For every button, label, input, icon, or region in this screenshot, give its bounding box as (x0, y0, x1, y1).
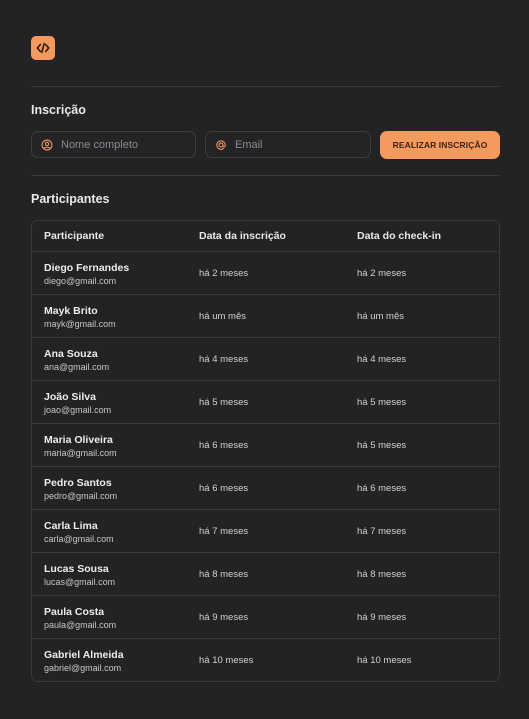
registration-date: há um mês (199, 311, 246, 322)
column-registration-date: Data da inscrição (199, 230, 286, 242)
signup-title: Inscrição (31, 103, 86, 117)
participant-email: pedro@gmail.com (44, 491, 118, 501)
submit-registration-button[interactable]: REALIZAR INSCRIÇÃO (380, 131, 500, 159)
participant-name: Maria Oliveira (44, 434, 113, 446)
checkin-date: há 6 meses (357, 483, 407, 494)
checkin-date: há 7 meses (357, 526, 407, 537)
participant-email: carla@gmail.com (44, 534, 114, 544)
checkin-date: há 8 meses (357, 569, 407, 580)
registration-date: há 7 meses (199, 526, 249, 537)
participant-name: João Silva (44, 391, 96, 403)
column-participant: Participante (44, 230, 105, 242)
registration-date: há 4 meses (199, 354, 249, 365)
participant-name: Lucas Sousa (44, 563, 109, 575)
table-body: Diego Fernandes diego@gmail.com há 2 meses… (32, 252, 499, 681)
table-row: João Silva joao@gmail.com há 5 meses há 5 m… (32, 381, 499, 424)
table-row: Ana Souza ana@gmail.com há 4 meses há 4 mes… (32, 338, 499, 381)
participant-email: mayk@gmail.com (44, 319, 116, 329)
participant-email: paula@gmail.com (44, 620, 117, 630)
checkin-date: há um mês (357, 311, 404, 322)
name-input[interactable] (61, 138, 181, 151)
checkin-date: há 9 meses (357, 612, 407, 623)
table-row: Gabriel Almeida gabriel@gmail.com há 10 me… (32, 639, 499, 681)
registration-date: há 6 meses (199, 440, 249, 451)
registration-date: há 9 meses (199, 612, 249, 623)
participant-name: Mayk Brito (44, 305, 98, 317)
participant-email: gabriel@gmail.com (44, 663, 122, 673)
email-field[interactable] (205, 131, 371, 158)
name-field[interactable] (31, 131, 196, 158)
table-row: Mayk Brito mayk@gmail.com há um mês há um m… (32, 295, 499, 338)
table-row: Diego Fernandes diego@gmail.com há 2 meses… (32, 252, 499, 295)
checkin-date: há 4 meses (357, 354, 407, 365)
code-icon (36, 42, 50, 54)
checkin-date: há 5 meses (357, 397, 407, 408)
participant-email: joao@gmail.com (44, 405, 112, 415)
registration-date: há 5 meses (199, 397, 249, 408)
participant-email: maria@gmail.com (44, 448, 117, 458)
table-row: Maria Oliveira maria@gmail.com há 6 meses h… (32, 424, 499, 467)
table-row: Paula Costa paula@gmail.com há 9 meses há 9… (32, 596, 499, 639)
participant-name: Paula Costa (44, 606, 105, 618)
participant-email: lucas@gmail.com (44, 577, 116, 587)
checkin-date: há 2 meses (357, 268, 407, 279)
participants-table: Participante Data da inscrição Data do c… (31, 220, 500, 682)
checkin-date: há 5 meses (357, 440, 407, 451)
participant-name: Ana Souza (44, 348, 98, 360)
registration-date: há 10 meses (199, 655, 254, 666)
participant-name: Gabriel Almeida (44, 649, 124, 661)
divider-top (31, 86, 500, 87)
participants-title: Participantes (31, 192, 110, 206)
registration-date: há 8 meses (199, 569, 249, 580)
registration-date: há 6 meses (199, 483, 249, 494)
table-row: Pedro Santos pedro@gmail.com há 6 meses há … (32, 467, 499, 510)
divider-middle (31, 175, 500, 176)
at-sign-icon (215, 139, 227, 151)
participant-email: ana@gmail.com (44, 362, 110, 372)
column-checkin-date: Data do check-in (357, 230, 442, 242)
registration-date: há 2 meses (199, 268, 249, 279)
participant-name: Diego Fernandes (44, 262, 130, 274)
user-circle-icon (41, 139, 53, 151)
participant-name: Pedro Santos (44, 477, 112, 489)
participant-email: diego@gmail.com (44, 276, 117, 286)
code-logo (31, 36, 55, 60)
checkin-date: há 10 meses (357, 655, 412, 666)
table-row: Carla Lima carla@gmail.com há 7 meses há 7 … (32, 510, 499, 553)
participant-name: Carla Lima (44, 520, 98, 532)
table-row: Lucas Sousa lucas@gmail.com há 8 meses há 8… (32, 553, 499, 596)
table-header: Participante Data da inscrição Data do c… (32, 221, 499, 252)
email-input[interactable] (235, 138, 355, 151)
